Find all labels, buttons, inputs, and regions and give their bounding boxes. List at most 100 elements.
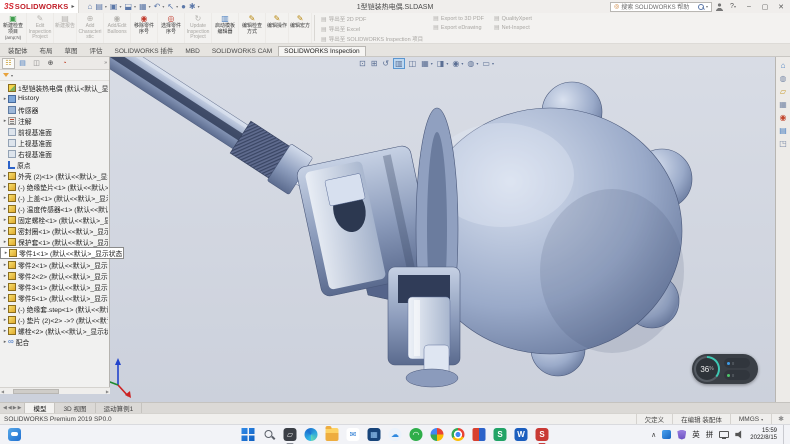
- view-palette-icon[interactable]: ▦: [779, 100, 787, 109]
- tree-item[interactable]: ▸(-) 垫片 (2)<2> ->? (默认<<默认: [0, 314, 108, 325]
- help-button[interactable]: ?▾: [727, 3, 739, 10]
- colorwheel-app-icon[interactable]: [431, 428, 444, 441]
- display-tray-icon[interactable]: [719, 431, 729, 438]
- security-tray-icon[interactable]: [677, 430, 686, 440]
- open-icon[interactable]: ▣: [110, 2, 118, 12]
- undo-icon[interactable]: ↶: [154, 2, 161, 12]
- widgets-icon[interactable]: [8, 428, 21, 441]
- tab-assembly[interactable]: 装配体: [2, 43, 34, 56]
- solidworks-app-icon[interactable]: S: [536, 428, 549, 441]
- new-inspection-project-button[interactable]: ▣新建检查项目(amp;N): [0, 13, 27, 43]
- start-button[interactable]: [242, 428, 255, 441]
- view-settings-icon-dropdown[interactable]: ▾: [492, 61, 494, 66]
- tree-item[interactable]: 前视基准面: [0, 126, 108, 137]
- tab-sketch[interactable]: 草图: [59, 43, 84, 56]
- ime-mode-indicator[interactable]: 拼: [706, 429, 714, 440]
- help-search-input[interactable]: ◎ 搜索 SOLIDWORKS 帮助 ▾: [610, 2, 712, 12]
- tree-item[interactable]: ▸(-) 温度传感器<1> (默认<<默认>_: [0, 203, 108, 214]
- edit-appearance-icon-dropdown[interactable]: ▾: [476, 61, 478, 66]
- show-desktop-button[interactable]: [783, 425, 786, 444]
- custom-properties-icon[interactable]: ▤: [779, 126, 787, 135]
- panel-collapse-arrow[interactable]: »: [104, 60, 107, 66]
- display-style-icon-dropdown[interactable]: ▾: [446, 61, 448, 66]
- select-balloons-button[interactable]: ◎选择零件序号: [158, 13, 185, 43]
- recorder-button-bottom[interactable]: ≡: [724, 370, 750, 380]
- resources-home-icon[interactable]: ⌂: [781, 61, 786, 70]
- hide-show-items-icon[interactable]: ◉: [451, 58, 460, 69]
- tree-item[interactable]: ▸零件3<1> (默认<<默认>_显示状: [0, 281, 108, 292]
- edit-operations-button[interactable]: ✎编辑操作: [266, 13, 289, 43]
- options-icon[interactable]: ✱: [189, 2, 196, 12]
- previous-view-icon[interactable]: ↺: [381, 58, 390, 69]
- motion-study-tab[interactable]: 运动算例1: [96, 403, 143, 413]
- tree-scrollbar[interactable]: ◀ ▶: [0, 387, 110, 394]
- edit-macro-button[interactable]: ✎编辑宏方: [289, 13, 312, 43]
- file-explorer-icon[interactable]: ▱: [780, 87, 786, 96]
- configurationmanager-tab[interactable]: ◫: [30, 58, 43, 69]
- store-app-icon[interactable]: ▦: [368, 428, 381, 441]
- scroll-right-icon[interactable]: ▶: [105, 389, 110, 394]
- tree-item[interactable]: ▸∞配合: [0, 336, 108, 347]
- close-button[interactable]: ✕: [775, 3, 787, 11]
- tree-item[interactable]: ▸密封圈<1> (默认<<默认>_显示状: [0, 225, 108, 236]
- print-icon[interactable]: ▦: [139, 2, 147, 12]
- select-icon-dropdown[interactable]: ▾: [176, 4, 178, 9]
- restore-button[interactable]: ▢: [759, 3, 771, 11]
- featuremanager-tab[interactable]: ☷: [2, 58, 15, 69]
- login-icon[interactable]: [716, 3, 723, 11]
- edge-app-icon[interactable]: [305, 428, 318, 441]
- ime-language-indicator[interactable]: 英: [692, 429, 700, 440]
- tab-scroll-3[interactable]: ▶: [18, 405, 22, 411]
- tab-evaluate[interactable]: 评估: [84, 43, 109, 56]
- scroll-left-icon[interactable]: ◀: [0, 389, 5, 394]
- zoom-area-icon[interactable]: ⊞: [370, 58, 379, 69]
- print-icon-dropdown[interactable]: ▾: [149, 4, 151, 9]
- tree-item[interactable]: ▸(-) 绝缘垫片<1> (默认<<默认>_显: [0, 181, 108, 192]
- search-dropdown-icon[interactable]: ▾: [706, 4, 708, 9]
- taskbar-clock[interactable]: 15:592022/8/15: [750, 428, 777, 442]
- model-tab[interactable]: 模型: [25, 403, 55, 413]
- options-icon-dropdown[interactable]: ▾: [198, 4, 200, 9]
- tree-item[interactable]: ▸(-) 绝缘套.step<1> (默认<<默认>: [0, 303, 108, 314]
- tab-mbd[interactable]: MBD: [179, 46, 205, 56]
- tree-item[interactable]: ▸保护套<1> (默认<<默认>_显示状: [0, 236, 108, 247]
- view-orientation-icon[interactable]: ▦: [420, 58, 430, 69]
- tree-item[interactable]: 传感器: [0, 104, 108, 115]
- view-orientation-icon-dropdown[interactable]: ▾: [431, 61, 433, 66]
- forum-icon[interactable]: ◳: [779, 139, 787, 148]
- new-document-icon-dropdown[interactable]: ▾: [105, 4, 107, 9]
- tree-item[interactable]: ▸外壳 (2)<1> (默认<<默认>_显示状: [0, 170, 108, 181]
- rebuild-icon[interactable]: ●: [181, 2, 186, 12]
- browser-green-app-icon[interactable]: ◠: [410, 428, 423, 441]
- model-3d-view[interactable]: [0, 57, 790, 402]
- tree-item[interactable]: 右视基准面: [0, 148, 108, 159]
- tab-solidworks-cam[interactable]: SOLIDWORKS CAM: [206, 46, 278, 56]
- onedrive-tray-icon[interactable]: [662, 430, 671, 439]
- cloud-app-icon[interactable]: ☁: [389, 428, 402, 441]
- minimize-button[interactable]: –: [743, 3, 755, 10]
- tree-item[interactable]: ▸固定螺栓<1> (默认<<默认>_显示: [0, 214, 108, 225]
- volume-tray-icon[interactable]: [735, 430, 744, 439]
- scrollbar-thumb[interactable]: [13, 389, 59, 394]
- tree-filter[interactable]: ▾: [0, 70, 109, 81]
- search-button[interactable]: [263, 428, 276, 441]
- logo-expand-icon[interactable]: ▸: [71, 3, 74, 10]
- filter-dropdown-icon[interactable]: ▾: [11, 73, 13, 78]
- new-document-icon[interactable]: ▤: [95, 2, 103, 12]
- word-app-icon[interactable]: W: [515, 428, 528, 441]
- mail-app-icon[interactable]: ✉: [347, 428, 360, 441]
- select-icon[interactable]: ↖: [167, 2, 174, 12]
- tab-layout[interactable]: 布局: [34, 43, 59, 56]
- dimxpertmanager-tab[interactable]: ⊕: [44, 58, 57, 69]
- tree-item[interactable]: ▸注解: [0, 115, 108, 126]
- tree-item[interactable]: ▸History: [0, 93, 108, 104]
- tree-item[interactable]: 上视基准面: [0, 137, 108, 148]
- recorder-percent-ring[interactable]: 36%: [694, 356, 720, 382]
- zoom-fit-icon[interactable]: ⊡: [358, 58, 367, 69]
- save-icon-dropdown[interactable]: ▾: [134, 4, 136, 9]
- section-view-icon[interactable]: ▥: [393, 58, 405, 69]
- tab-scroll-1[interactable]: ◀: [8, 405, 12, 411]
- tray-chevron-icon[interactable]: ∧: [651, 431, 656, 439]
- status-options-icon[interactable]: ✱: [771, 414, 790, 424]
- dictionary-app-icon[interactable]: [473, 428, 486, 441]
